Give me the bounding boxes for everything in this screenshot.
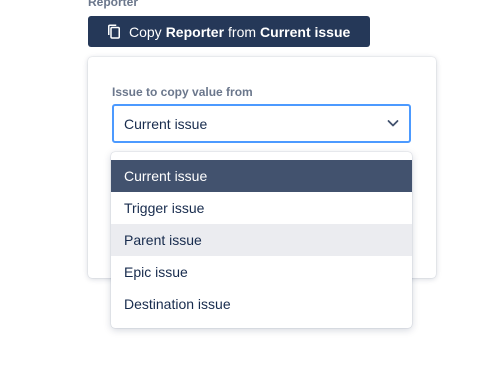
issue-source-menu: Current issue Trigger issue Parent issue… — [111, 152, 412, 328]
copy-field-editor: Reporter Copy Reporter from Current issu… — [0, 0, 497, 366]
option-parent-issue[interactable]: Parent issue — [111, 224, 412, 256]
option-label: Trigger issue — [124, 200, 205, 216]
chevron-down-icon[interactable] — [385, 115, 401, 131]
option-trigger-issue[interactable]: Trigger issue — [111, 192, 412, 224]
chip-source: Current issue — [260, 23, 351, 40]
option-destination-issue[interactable]: Destination issue — [111, 288, 412, 320]
option-label: Destination issue — [124, 296, 231, 312]
copy-icon — [108, 24, 120, 39]
option-epic-issue[interactable]: Epic issue — [111, 256, 412, 288]
chip-field: Reporter — [165, 23, 225, 40]
copy-value-chip[interactable]: Copy Reporter from Current issue — [88, 16, 370, 47]
section-label: Reporter — [88, 0, 139, 9]
field-label: Issue to copy value from — [112, 85, 253, 99]
option-label: Parent issue — [124, 232, 202, 248]
option-label: Current issue — [124, 168, 208, 184]
select-value: Current issue — [124, 115, 208, 132]
chip-middle: from — [228, 23, 257, 40]
issue-source-select[interactable]: Current issue — [112, 104, 411, 143]
option-label: Epic issue — [124, 264, 188, 280]
option-current-issue[interactable]: Current issue — [111, 160, 412, 192]
chip-prefix: Copy — [129, 23, 162, 40]
